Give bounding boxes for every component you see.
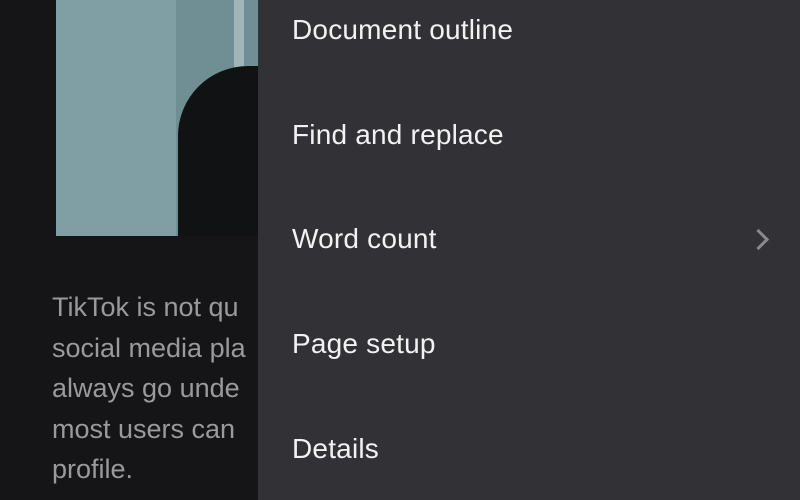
menu-item-find-and-replace[interactable]: Find and replace [258,83,800,187]
menu-item-word-count[interactable]: Word count [258,187,800,291]
screen: TikTok is not qu social media pla always… [0,0,800,500]
menu-item-label: Page setup [292,328,436,359]
menu-item-label: Find and replace [292,119,504,150]
menu-item-page-setup[interactable]: Page setup [258,292,800,396]
menu-item-details[interactable]: Details [258,397,800,500]
image-background-detail [234,0,244,70]
chevron-right-icon [747,228,770,251]
tools-menu: Document outline Find and replace Word c… [258,0,800,500]
image-background-building [56,0,176,236]
menu-item-document-outline[interactable]: Document outline [258,0,800,82]
menu-item-label: Word count [292,223,437,254]
menu-item-label: Document outline [292,14,514,45]
menu-item-label: Details [292,433,379,464]
